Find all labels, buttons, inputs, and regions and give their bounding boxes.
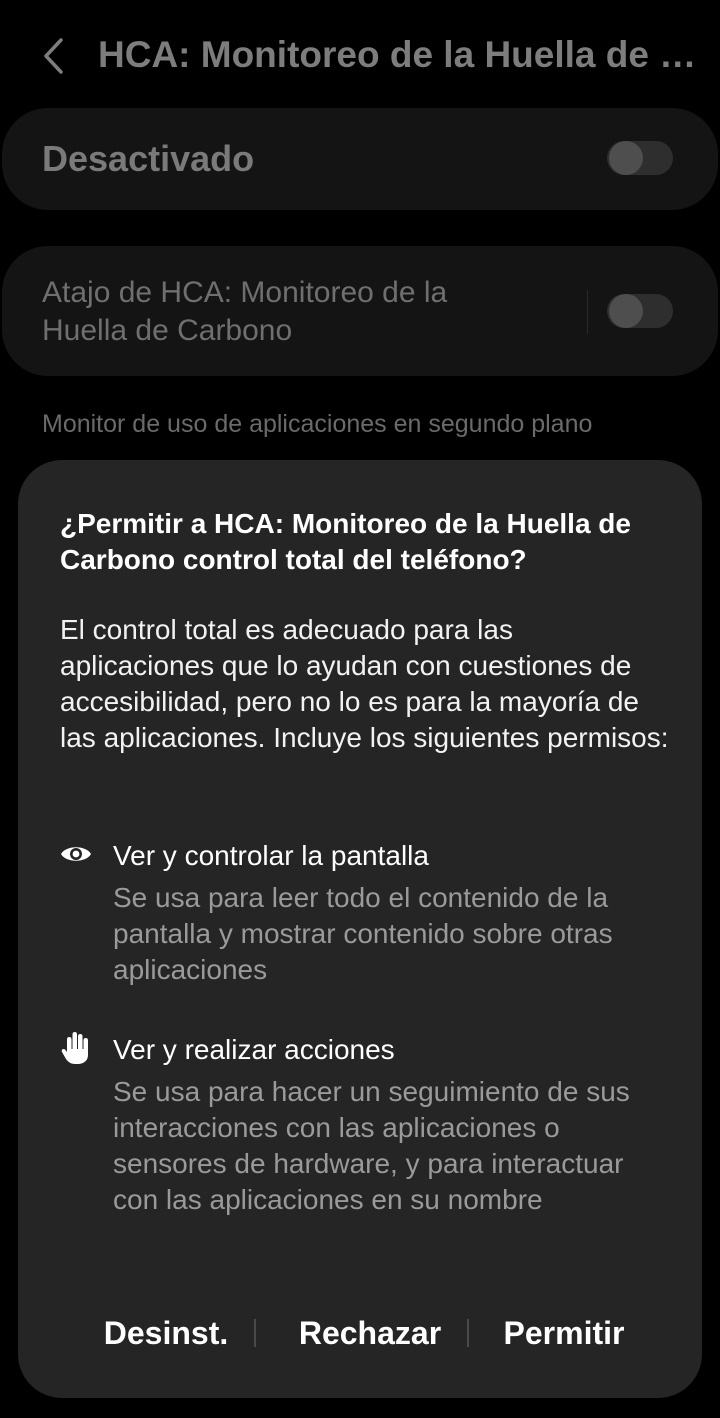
permission-description: Se usa para leer todo el contenido de la… <box>113 882 613 985</box>
shortcut-label: Atajo de HCA: Monitoreo de la Huella de … <box>42 276 448 347</box>
dialog-title: ¿Permitir a HCA: Monitoreo de la Huella … <box>60 508 631 575</box>
service-status-label: Desactivado <box>42 138 255 179</box>
shortcut-toggle-switch[interactable] <box>607 294 673 328</box>
permission-description: Se usa para hacer un seguimiento de sus … <box>113 1076 630 1215</box>
uninstall-button[interactable]: Desinst. <box>78 1305 254 1361</box>
hand-icon <box>60 1032 92 1064</box>
permission-title: Ver y realizar acciones <box>113 1034 395 1065</box>
toggle-knob <box>609 141 643 175</box>
dialog-body-text: El control total es adecuado para las ap… <box>60 614 669 753</box>
service-description: Monitor de uso de aplicaciones en segund… <box>42 410 593 438</box>
button-divider <box>467 1319 469 1347</box>
back-button[interactable] <box>28 30 80 82</box>
page-title: HCA: Monitoreo de la Huella de Carbono <box>98 34 720 75</box>
service-toggle-switch[interactable] <box>607 141 673 175</box>
eye-icon <box>60 838 92 870</box>
permission-dialog: ¿Permitir a HCA: Monitoreo de la Huella … <box>18 460 702 1398</box>
toggle-knob <box>609 294 643 328</box>
permission-title: Ver y controlar la pantalla <box>113 840 429 871</box>
card-divider <box>587 290 588 334</box>
allow-button[interactable]: Permitir <box>480 1305 648 1361</box>
dialog-actions: Desinst. Rechazar Permitir <box>18 1305 702 1361</box>
deny-button[interactable]: Rechazar <box>270 1305 470 1361</box>
top-app-bar: HCA: Monitoreo de la Huella de Carbono <box>0 18 720 90</box>
button-divider <box>254 1319 256 1347</box>
chevron-left-icon <box>44 38 63 74</box>
